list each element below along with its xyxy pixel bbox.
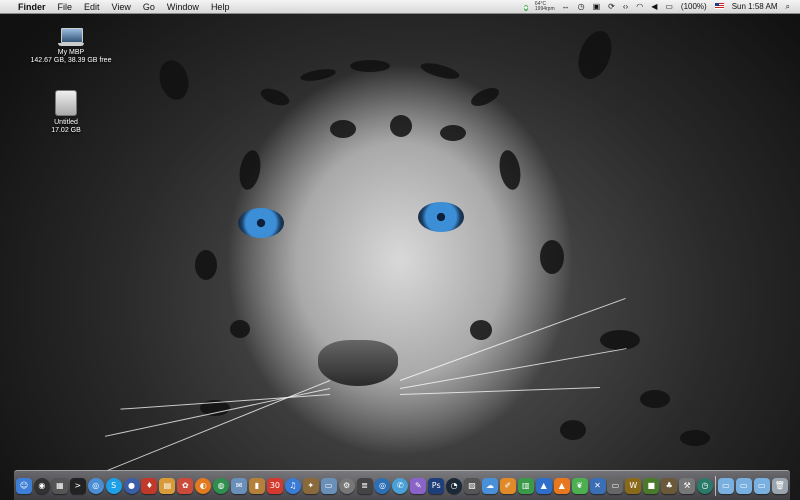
skype-icon[interactable]: S [105, 477, 122, 494]
game-icon[interactable]: ♣ [661, 477, 678, 494]
battery-percentage[interactable]: (100%) [677, 0, 711, 14]
desktop-wallpaper [0, 0, 800, 500]
minecraft-icon[interactable]: ■ [643, 477, 660, 494]
downloads-folder-icon[interactable]: ▭ [753, 477, 770, 494]
menu-help[interactable]: Help [205, 0, 236, 14]
tools-icon[interactable]: ⚒ [679, 477, 696, 494]
wifi-icon[interactable]: ◠ [632, 0, 647, 14]
menu-edit[interactable]: Edit [78, 0, 106, 14]
battery-icon[interactable]: ▭ [661, 0, 677, 14]
activity-icon[interactable]: ≣ [356, 477, 373, 494]
leaf-icon[interactable]: ❦ [571, 477, 588, 494]
dropbox-status-icon[interactable]: ▣ [589, 0, 605, 14]
laptop-icon [58, 28, 84, 46]
photoshop-icon[interactable]: Ps [428, 477, 445, 494]
addressbook-icon[interactable]: ▮ [248, 477, 265, 494]
desktop-icon-detail: 142.67 GB, 38.39 GB free [30, 57, 112, 64]
applications-folder-icon[interactable]: ▭ [717, 477, 734, 494]
cloud-icon[interactable]: ☁ [481, 477, 498, 494]
menu-go[interactable]: Go [137, 0, 161, 14]
menu-window[interactable]: Window [161, 0, 205, 14]
desktop-icon-label: Untitled [54, 119, 78, 126]
evernote-status-icon[interactable]: ◆ [520, 0, 532, 14]
vlc-icon[interactable]: ▲ [553, 477, 570, 494]
time-machine-status-icon[interactable]: ◷ [574, 0, 589, 14]
preview-icon[interactable]: ▤ [159, 477, 176, 494]
desktop-icon-untitled[interactable]: Untitled 17.02 GB [21, 90, 111, 135]
pages-icon[interactable]: ✐ [499, 477, 516, 494]
documents-folder-icon[interactable]: ▭ [735, 477, 752, 494]
settings-icon[interactable]: ⚙ [338, 477, 355, 494]
network-icon[interactable]: ● [123, 477, 140, 494]
fan-speed: 1994rpm [534, 5, 555, 12]
warcraft-icon[interactable]: W [625, 477, 642, 494]
safari-icon[interactable]: ◎ [87, 477, 104, 494]
folder-icon[interactable]: ▭ [320, 477, 337, 494]
menu-bar: Finder File Edit View Go Window Help ◆ 6… [0, 0, 800, 14]
temperature-monitor[interactable]: 64°C 1994rpm [532, 1, 558, 12]
hard-drive-icon [55, 90, 77, 116]
globe-icon[interactable]: ◎ [374, 477, 391, 494]
xcode-icon[interactable]: ✕ [589, 477, 606, 494]
app-store-icon[interactable]: ♦ [141, 477, 158, 494]
time-machine-icon[interactable]: ◷ [697, 477, 714, 494]
input-source-flag-icon[interactable] [711, 0, 728, 14]
menu-clock[interactable]: Sun 1:58 AM [728, 0, 782, 14]
chat-icon[interactable]: ✆ [392, 477, 409, 494]
terminal-icon[interactable]: > [69, 477, 86, 494]
steam-icon[interactable]: ◔ [446, 477, 463, 494]
spotlight-search-icon[interactable]: ⌕ [782, 0, 794, 14]
dock-separator [714, 475, 716, 496]
firefox-icon[interactable]: ◐ [195, 477, 212, 494]
menu-file[interactable]: File [52, 0, 79, 14]
desktop-icon-label: My MBP [57, 49, 85, 56]
desktop-icon-detail: 17.02 GB [51, 127, 81, 134]
dock: ☺ ◉ ▦ > ◎ S ● ♦ ▤ ✿ ◐ ◍ ✉ ▮ 30 ♫ ✦ ▭ ⚙ ≣ ◎ ✆ ✎ Ps ◔ ▨ ☁ ✐ ▥ ▲ ▲ ❦ ✕ ▭ W ■ ♣ ⚒… [14, 470, 790, 500]
menu-app-name[interactable]: Finder [14, 0, 52, 14]
numbers-icon[interactable]: ▥ [517, 477, 534, 494]
finder-icon[interactable]: ☺ [16, 477, 32, 494]
paint-icon[interactable]: ✎ [410, 477, 427, 494]
itunes-icon[interactable]: ♫ [284, 477, 301, 494]
status-menus: ◆ 64°C 1994rpm ↔ ◷ ▣ ⟳ ‹› ◠ ◀ ▭ (100%) S… [520, 0, 800, 14]
iphoto-icon[interactable]: ✦ [302, 477, 319, 494]
battery-app-icon[interactable]: ▭ [607, 477, 624, 494]
mail-icon[interactable]: ✉ [231, 477, 248, 494]
image-icon[interactable]: ▨ [464, 477, 481, 494]
chrome-icon[interactable]: ◍ [213, 477, 230, 494]
sync-status-icon[interactable]: ⟳ [604, 0, 619, 14]
calendar-icon[interactable]: 30 [266, 477, 283, 494]
arrows-status-icon[interactable]: ↔ [558, 0, 574, 14]
keynote-icon[interactable]: ▲ [535, 477, 552, 494]
trash-icon[interactable]: 🗑 [771, 477, 788, 494]
desktop-icon-my-mbp[interactable]: My MBP 142.67 GB, 38.39 GB free [26, 28, 116, 65]
dashboard-icon[interactable]: ◉ [33, 477, 50, 494]
photos-icon[interactable]: ✿ [177, 477, 194, 494]
mission-control-icon[interactable]: ▦ [51, 477, 68, 494]
menu-view[interactable]: View [106, 0, 137, 14]
code-status-icon[interactable]: ‹› [619, 0, 632, 14]
volume-icon[interactable]: ◀ [647, 0, 661, 14]
